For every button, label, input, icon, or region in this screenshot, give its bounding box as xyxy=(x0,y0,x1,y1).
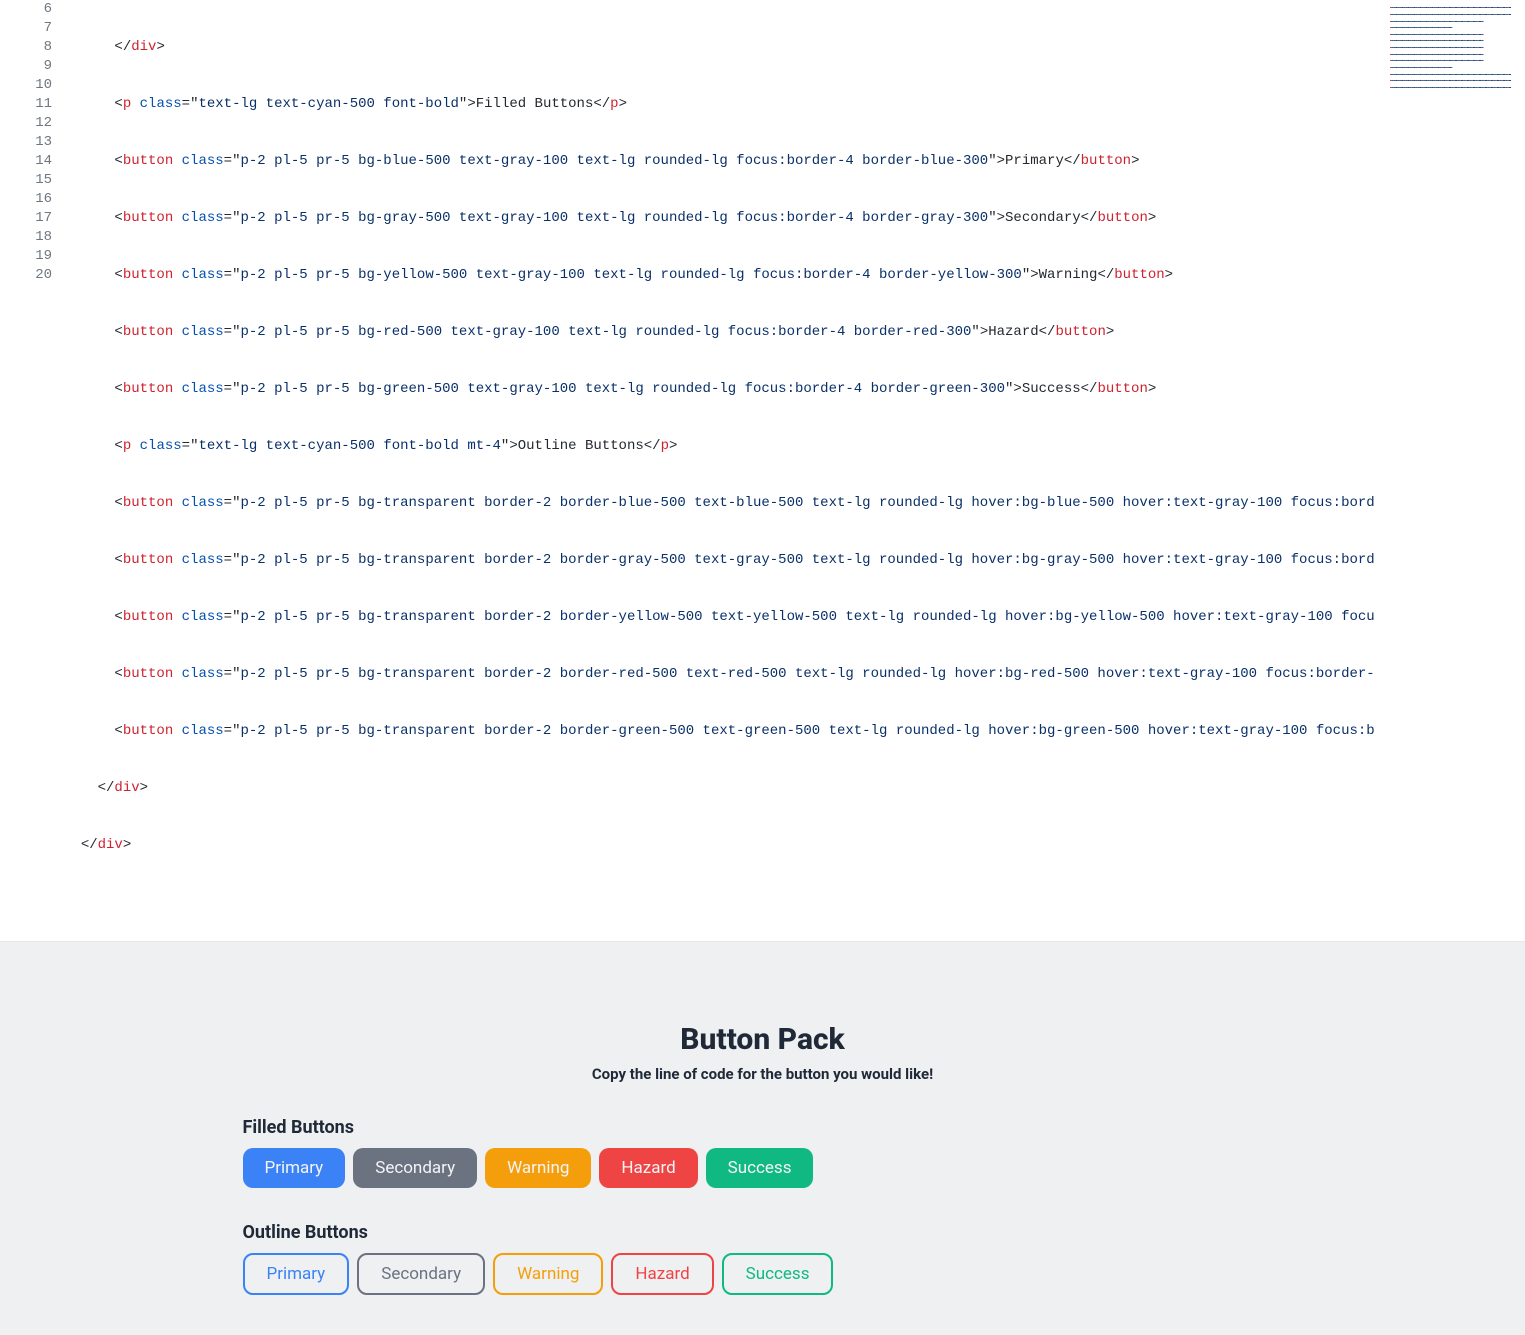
line-number: 18 xyxy=(0,228,52,247)
preview-content: Button Pack Copy the line of code for th… xyxy=(243,1022,1283,1295)
code-line[interactable]: <button class="p-2 pl-5 pr-5 bg-transpar… xyxy=(64,494,1525,513)
code-line[interactable]: <p class="text-lg text-cyan-500 font-bol… xyxy=(64,437,1525,456)
code-line[interactable]: <button class="p-2 pl-5 pr-5 bg-blue-500… xyxy=(64,152,1525,171)
line-number: 9 xyxy=(0,57,52,76)
line-number: 13 xyxy=(0,133,52,152)
preview-panel: Button Pack Copy the line of code for th… xyxy=(0,942,1525,1335)
code-line[interactable]: <button class="p-2 pl-5 pr-5 bg-transpar… xyxy=(64,665,1525,684)
line-number: 6 xyxy=(0,0,52,19)
line-number: 8 xyxy=(0,38,52,57)
code-line[interactable]: </div> xyxy=(64,38,1525,57)
line-number: 12 xyxy=(0,114,52,133)
secondary-outline-button[interactable]: Secondary xyxy=(357,1253,485,1295)
page-title: Button Pack xyxy=(243,1022,1283,1057)
line-number: 14 xyxy=(0,152,52,171)
code-line[interactable]: <button class="p-2 pl-5 pr-5 bg-green-50… xyxy=(64,380,1525,399)
line-number: 17 xyxy=(0,209,52,228)
page-subtitle: Copy the line of code for the button you… xyxy=(243,1065,1283,1083)
line-number: 15 xyxy=(0,171,52,190)
code-line[interactable]: <button class="p-2 pl-5 pr-5 bg-yellow-5… xyxy=(64,266,1525,285)
line-number: 19 xyxy=(0,247,52,266)
success-button[interactable]: Success xyxy=(706,1148,814,1188)
code-editor: 6 7 8 9 10 11 12 13 14 15 16 17 18 19 20… xyxy=(0,0,1525,942)
line-gutter: 6 7 8 9 10 11 12 13 14 15 16 17 18 19 20 xyxy=(0,0,64,941)
code-line[interactable]: <button class="p-2 pl-5 pr-5 bg-gray-500… xyxy=(64,209,1525,228)
outline-buttons-section: Outline Buttons Primary Secondary Warnin… xyxy=(243,1222,1283,1295)
code-line[interactable]: <button class="p-2 pl-5 pr-5 bg-transpar… xyxy=(64,608,1525,627)
secondary-button[interactable]: Secondary xyxy=(353,1148,477,1188)
success-outline-button[interactable]: Success xyxy=(722,1253,834,1295)
hazard-outline-button[interactable]: Hazard xyxy=(611,1253,713,1295)
line-number: 11 xyxy=(0,95,52,114)
code-line[interactable]: </div> xyxy=(64,779,1525,798)
line-number: 20 xyxy=(0,266,52,285)
warning-button[interactable]: Warning xyxy=(485,1148,591,1188)
minimap[interactable]: ■■■■■■■■■■■■■■■■■■■■■■■■■■■■■■■■■■■■■■■■… xyxy=(1389,2,1519,90)
primary-button[interactable]: Primary xyxy=(243,1148,346,1188)
line-number: 16 xyxy=(0,190,52,209)
outline-buttons-row: Primary Secondary Warning Hazard Success xyxy=(243,1253,1283,1295)
line-number: 10 xyxy=(0,76,52,95)
filled-buttons-row: Primary Secondary Warning Hazard Success xyxy=(243,1148,1283,1188)
code-line[interactable]: <button class="p-2 pl-5 pr-5 bg-transpar… xyxy=(64,551,1525,570)
warning-outline-button[interactable]: Warning xyxy=(493,1253,603,1295)
hazard-button[interactable]: Hazard xyxy=(599,1148,697,1188)
line-number: 7 xyxy=(0,19,52,38)
code-line[interactable]: <p class="text-lg text-cyan-500 font-bol… xyxy=(64,95,1525,114)
primary-outline-button[interactable]: Primary xyxy=(243,1253,350,1295)
code-line[interactable]: </div> xyxy=(64,836,1525,855)
code-line[interactable]: <button class="p-2 pl-5 pr-5 bg-transpar… xyxy=(64,722,1525,741)
code-content[interactable]: </div> <p class="text-lg text-cyan-500 f… xyxy=(64,0,1525,941)
filled-buttons-section: Filled Buttons Primary Secondary Warning… xyxy=(243,1117,1283,1188)
filled-buttons-heading: Filled Buttons xyxy=(243,1117,1283,1138)
code-line[interactable]: <button class="p-2 pl-5 pr-5 bg-red-500 … xyxy=(64,323,1525,342)
outline-buttons-heading: Outline Buttons xyxy=(243,1222,1283,1243)
